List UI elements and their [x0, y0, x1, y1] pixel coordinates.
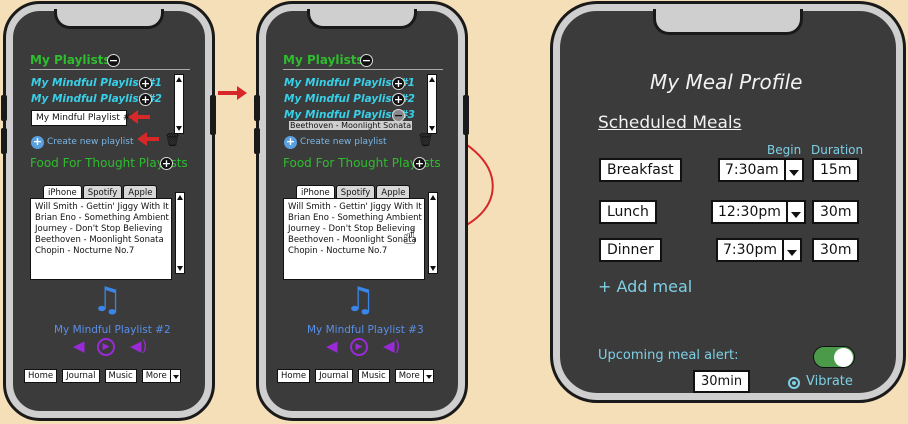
add-meal-button[interactable]: + Add meal — [598, 277, 692, 296]
begin-time-select[interactable]: 12:30pm — [711, 200, 806, 224]
vibrate-radio[interactable] — [788, 377, 800, 389]
duration-field[interactable]: 30m — [812, 200, 860, 224]
side-button — [254, 128, 260, 154]
hand-cursor-icon: ☝ — [403, 225, 417, 250]
list-item[interactable]: Chopin - Nocturne No.7 — [288, 246, 420, 257]
scroll-down-icon — [429, 126, 435, 131]
begin-time-value: 7:30am — [718, 158, 786, 182]
add-to-playlist-button[interactable]: + — [392, 77, 405, 90]
playlist-track[interactable]: Beethoven - Moonlight Sonata — [289, 121, 413, 130]
duration-field[interactable]: 30m — [812, 238, 860, 262]
begin-time-value: 7:30pm — [716, 238, 784, 262]
red-arrow-icon — [237, 86, 247, 100]
music-note-icon: ♫ — [345, 280, 376, 320]
red-arrow-icon — [128, 110, 138, 124]
list-item[interactable]: Beethoven - Moonlight Sonata — [288, 235, 420, 246]
nav-journal[interactable]: Journal — [315, 369, 353, 383]
scroll-up-icon — [430, 195, 436, 200]
trash-icon[interactable]: 🗑 — [417, 133, 434, 148]
meal-name-field[interactable]: Dinner — [599, 238, 662, 262]
meal-alert-toggle[interactable] — [813, 346, 855, 368]
begin-time-select[interactable]: 7:30am — [718, 158, 804, 182]
now-playing-title: My Mindful Playlist #3 — [307, 324, 424, 336]
meal-name-field[interactable]: Breakfast — [599, 158, 682, 182]
divider — [283, 69, 443, 70]
upcoming-meal-alert-label: Upcoming meal alert: — [598, 348, 739, 363]
chevron-down-icon — [785, 158, 804, 182]
nav-more-select[interactable]: More — [394, 369, 434, 383]
duration-column-label: Duration — [811, 143, 864, 157]
volume-icon[interactable]: ◀) — [383, 339, 400, 354]
meal-name-field[interactable]: Lunch — [599, 200, 657, 224]
nav-more: More — [394, 369, 424, 383]
nav-music[interactable]: Music — [357, 369, 390, 383]
list-item[interactable]: Brian Eno - Something Ambient — [288, 213, 422, 224]
create-new-playlist-link[interactable]: Create new playlist — [300, 137, 387, 147]
begin-column-label: Begin — [767, 143, 802, 157]
toggle-knob — [834, 348, 853, 367]
my-playlists-title: My Playlists — [283, 53, 364, 67]
collapse-playlists-button[interactable]: − — [360, 54, 373, 67]
list-item[interactable]: Journey - Don't Stop Believing — [288, 224, 420, 235]
phone-notch — [653, 9, 803, 35]
scheduled-meals-heading: Scheduled Meals — [598, 113, 742, 133]
nav-home[interactable]: Home — [277, 369, 311, 383]
track-scrollbar[interactable] — [428, 192, 438, 274]
phone-notch — [307, 9, 417, 29]
begin-time-value: 12:30pm — [711, 200, 788, 224]
red-arrow-icon — [137, 132, 147, 146]
begin-time-select[interactable]: 7:30pm — [716, 238, 802, 262]
chevron-down-icon — [783, 238, 802, 262]
scroll-up-icon — [429, 77, 435, 82]
create-playlist-plus-icon[interactable]: + — [284, 136, 297, 149]
side-button — [463, 95, 469, 135]
add-to-playlist-button[interactable]: + — [392, 93, 405, 106]
add-food-playlist-button[interactable]: + — [413, 157, 426, 170]
scroll-down-icon — [430, 266, 436, 271]
alert-time-field[interactable]: 30min — [693, 370, 751, 393]
chevron-down-icon — [423, 369, 434, 383]
chevron-down-icon — [787, 200, 806, 224]
previous-track-icon[interactable]: ◀ — [326, 339, 338, 354]
list-item[interactable]: Will Smith - Gettin' Jiggy With It — [288, 202, 422, 213]
playlist-scrollbar[interactable] — [427, 74, 437, 134]
meal-profile-title: My Meal Profile — [650, 70, 803, 94]
side-button — [254, 95, 260, 121]
vibrate-label: Vibrate — [806, 374, 853, 389]
duration-field[interactable]: 15m — [812, 158, 860, 182]
play-button[interactable]: ▶ — [350, 338, 368, 356]
